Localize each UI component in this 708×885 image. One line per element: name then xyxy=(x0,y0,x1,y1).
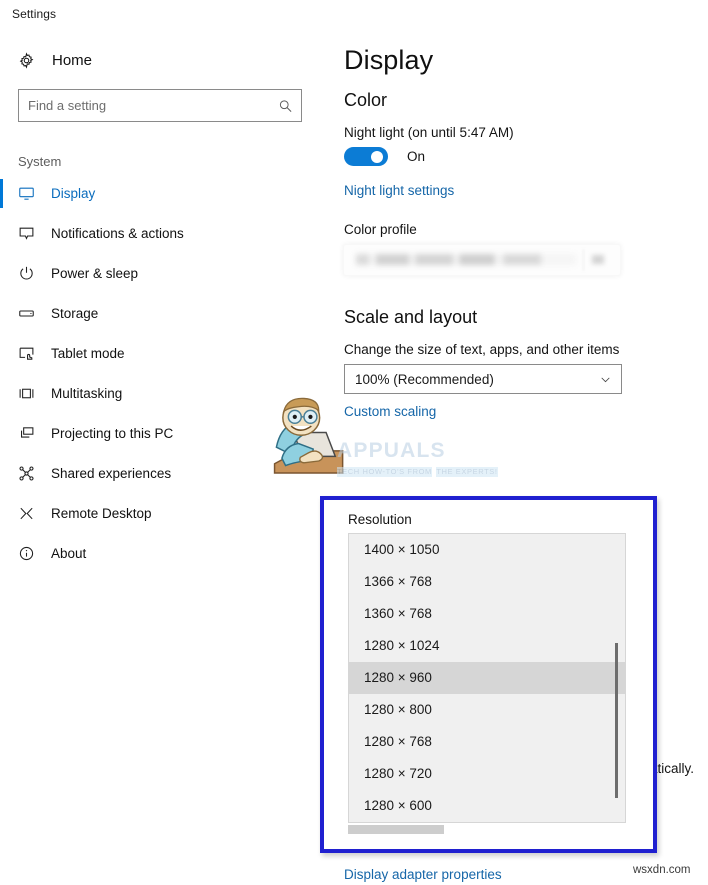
scale-dropdown[interactable]: 100% (Recommended) xyxy=(344,364,622,394)
tablet-touch-icon xyxy=(18,345,44,362)
chevron-down-icon xyxy=(592,255,604,264)
appuals-brand-watermark: APPUALS TECH HOW-TO'S FROM THE EXPERTS! xyxy=(337,440,498,479)
vertical-scrollbar-thumb[interactable] xyxy=(615,643,618,798)
night-light-settings-link[interactable]: Night light settings xyxy=(344,183,454,198)
list-item[interactable]: 1360 × 768 xyxy=(349,598,625,630)
sidebar-item-notifications-actions[interactable]: Notifications & actions xyxy=(0,218,320,249)
color-profile-label: Color profile xyxy=(344,222,417,237)
remote-desktop-icon xyxy=(18,505,44,522)
share-nodes-icon xyxy=(18,465,44,482)
toggle-knob xyxy=(371,150,383,163)
sidebar-item-storage-label: Storage xyxy=(51,306,99,321)
sidebar-item-storage[interactable]: Storage xyxy=(0,298,320,329)
sidebar-item-tablet-mode[interactable]: Tablet mode xyxy=(0,338,320,369)
search-icon[interactable] xyxy=(278,98,293,113)
sidebar-item-remote-desktop-label: Remote Desktop xyxy=(51,506,152,521)
power-icon xyxy=(18,265,44,282)
sidebar-item-power-sleep-label: Power & sleep xyxy=(51,266,139,281)
sidebar-item-projecting-to-this-pc-label: Projecting to this PC xyxy=(51,426,174,441)
drive-icon xyxy=(18,305,44,322)
sidebar-item-remote-desktop[interactable]: Remote Desktop xyxy=(0,498,320,529)
gear-icon xyxy=(18,51,44,69)
night-light-state: On xyxy=(407,149,426,164)
sidebar-item-projecting-to-this-pc[interactable]: Projecting to this PC xyxy=(0,418,320,449)
sidebar-item-power-sleep[interactable]: Power & sleep xyxy=(0,258,320,289)
sidebar-item-tablet-mode-label: Tablet mode xyxy=(51,346,125,361)
sidebar-item-about[interactable]: About xyxy=(0,538,320,569)
scale-size-label: Change the size of text, apps, and other… xyxy=(344,342,620,357)
search-input[interactable] xyxy=(19,90,301,121)
info-circle-icon xyxy=(18,545,44,562)
scale-and-layout-title: Scale and layout xyxy=(344,307,478,327)
brand-watermark-name: APPUALS xyxy=(337,439,446,462)
sidebar-item-shared-experiences-label: Shared experiences xyxy=(51,466,172,481)
sidebar-item-home-label: Home xyxy=(52,51,93,69)
scale-dropdown-value: 100% (Recommended) xyxy=(355,371,494,387)
resolution-highlight-box: Resolution 1400 × 1050 1366 × 768 1360 ×… xyxy=(320,496,657,853)
color-profile-divider xyxy=(583,249,584,271)
speech-bubble-icon xyxy=(18,225,44,242)
search-box[interactable] xyxy=(18,89,302,122)
chevron-down-icon xyxy=(599,373,612,386)
horizontal-scrollbar-thumb[interactable] xyxy=(348,825,444,834)
resolution-dropdown-list[interactable]: 1400 × 1050 1366 × 768 1360 × 768 1280 ×… xyxy=(348,533,626,823)
list-item[interactable]: 1280 × 768 xyxy=(349,726,625,758)
windows-pane-icon xyxy=(18,385,44,402)
list-item-selected[interactable]: 1280 × 960 xyxy=(349,662,625,694)
color-profile-value-blurred xyxy=(356,254,576,265)
list-item[interactable]: 1280 × 800 xyxy=(349,694,625,726)
sidebar-item-multitasking[interactable]: Multitasking xyxy=(0,378,320,409)
project-screen-icon xyxy=(18,425,44,442)
sidebar-item-display-label: Display xyxy=(51,186,96,201)
window-title: Settings xyxy=(12,7,57,21)
sidebar-item-display[interactable]: Display xyxy=(0,178,320,209)
resolution-label: Resolution xyxy=(348,512,412,527)
color-profile-dropdown[interactable] xyxy=(344,245,620,275)
list-item[interactable]: 1366 × 768 xyxy=(349,566,625,598)
sidebar-item-shared-experiences[interactable]: Shared experiences xyxy=(0,458,320,489)
settings-navigation-pane: Home System Display Notifications & acti… xyxy=(0,45,320,578)
brand-watermark-tagline-2: THE EXPERTS! xyxy=(436,467,498,478)
list-item[interactable]: 1400 × 1050 xyxy=(349,534,625,566)
sidebar-item-multitasking-label: Multitasking xyxy=(51,386,123,401)
nav-group-title: System xyxy=(18,154,62,169)
sidebar-item-about-label: About xyxy=(51,546,87,561)
night-light-label: Night light (on until 5:47 AM) xyxy=(344,125,514,140)
list-item[interactable]: 1280 × 1024 xyxy=(349,630,625,662)
horizontal-scrollbar[interactable] xyxy=(348,825,626,834)
color-section-title: Color xyxy=(344,90,388,110)
night-light-toggle-row: On xyxy=(344,147,708,166)
display-adapter-properties-link[interactable]: Display adapter properties xyxy=(344,867,502,882)
display-settings-pane: Display Color Night light (on until 5:47… xyxy=(344,45,708,421)
brand-watermark-tagline-1: TECH HOW-TO'S FROM xyxy=(337,467,432,478)
sidebar-item-notifications-actions-label: Notifications & actions xyxy=(51,226,184,241)
page-title: Display xyxy=(344,45,434,75)
sidebar-item-home[interactable]: Home xyxy=(0,45,320,75)
list-item[interactable]: 1280 × 600 xyxy=(349,790,625,822)
custom-scaling-link[interactable]: Custom scaling xyxy=(344,404,436,419)
monitor-icon xyxy=(18,185,44,202)
night-light-toggle[interactable] xyxy=(344,147,388,166)
vertical-scrollbar[interactable] xyxy=(612,535,622,821)
list-item[interactable]: 1280 × 720 xyxy=(349,758,625,790)
site-watermark: wsxdn.com xyxy=(633,864,691,876)
